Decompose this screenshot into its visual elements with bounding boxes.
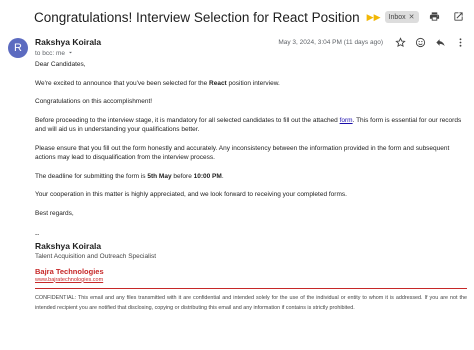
company-name: Bajra Technologies [35,266,104,276]
paragraph-announcement: We're excited to announce that you've be… [35,79,467,88]
confidentiality-notice: CONFIDENTIAL: This email and any files t… [35,294,467,311]
message-meta: May 3, 2024, 3:04 PM (11 days ago) [278,37,466,48]
text-bold: 5th May [147,172,172,180]
sender-name[interactable]: Rakshya Koirala [35,37,101,47]
more-vertical-icon[interactable] [455,37,466,48]
paragraph-form: Before proceeding to the interview stage… [35,116,467,135]
signature-title: Talent Acquisition and Outreach Speciali… [35,252,157,260]
company-url-link[interactable]: www.bajratechnologies.com [35,277,467,284]
subject-row: Congratulations! Interview Selection for… [34,7,466,27]
paragraph-deadline: The deadline for submitting the form is … [35,172,467,181]
email-date: May 3, 2024, 3:04 PM (11 days ago) [278,39,383,46]
label-chip-inbox[interactable]: Inbox ✕ [384,11,419,23]
text: Before proceeding to the interview stage… [35,116,340,124]
top-actions [428,10,464,22]
text-bold: React [209,79,227,87]
text: before [171,172,194,180]
label-chip-text: Inbox [388,13,406,21]
email-subject: Congratulations! Interview Selection for… [34,9,360,25]
chevron-down-icon[interactable] [67,49,74,58]
print-icon[interactable] [428,10,440,22]
form-link[interactable]: form [340,117,353,124]
closing: Best regards, [35,209,74,217]
recipient-text: to bcc: me [35,50,65,57]
greeting: Dear Candidates, [35,61,86,68]
text: We're excited to announce that you've be… [35,79,210,87]
open-in-new-window-icon[interactable] [452,10,464,22]
email-body: Dear Candidates, We're excited to announ… [35,60,467,313]
recipient-line: to bcc: me [35,49,74,58]
text: The deadline for submitting the form is [35,172,148,180]
reply-icon[interactable] [435,37,446,48]
avatar-initial: R [14,42,22,54]
signature-name: Rakshya Koirala [35,240,102,251]
close-icon[interactable]: ✕ [409,13,415,21]
text: position interview. [226,79,280,87]
paragraph-congrats: Congratulations on this accomplishment! [35,98,153,106]
importance-marker-icon[interactable]: ▶▶ [367,12,381,22]
emoji-react-icon[interactable] [415,37,426,48]
star-icon[interactable] [395,37,406,48]
signature-separator: -- [35,231,40,239]
text-bold: 10:00 PM [193,172,222,180]
divider [35,287,467,289]
paragraph-honesty: Please ensure that you fill out the form… [35,144,450,161]
text: . [221,172,224,180]
avatar[interactable]: R [8,38,28,58]
paragraph-cooperation: Your cooperation in this matter is highl… [35,191,347,199]
